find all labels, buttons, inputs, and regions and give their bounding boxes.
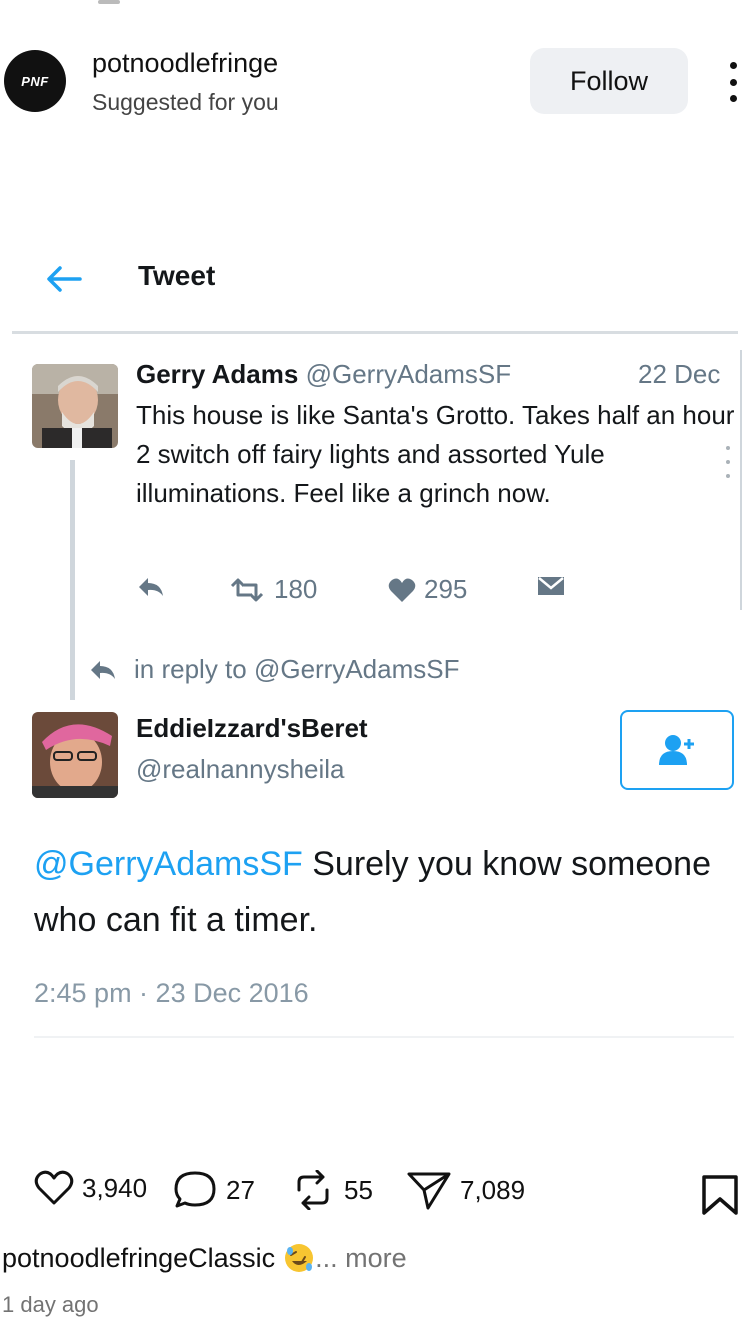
like-stat: 295	[388, 574, 467, 605]
bookmark-icon	[702, 1175, 738, 1215]
in-reply-to: in reply to @GerryAdamsSF	[88, 654, 459, 685]
original-author-name: Gerry Adams	[136, 359, 299, 389]
back-arrow-icon	[47, 266, 82, 292]
avatar-text: PNF	[21, 73, 49, 89]
original-author-avatar	[32, 364, 118, 448]
post-timestamp: 1 day ago	[2, 1292, 99, 1317]
message-icon	[536, 574, 566, 598]
post-header: PNF potnoodlefringe Suggested for you Fo…	[0, 0, 750, 150]
reply-author-handle: @realnannysheila	[136, 754, 345, 784]
comment-count: 27	[226, 1174, 255, 1205]
reply-arrow-icon	[91, 660, 115, 679]
post-image[interactable]: Tweet Gerry Adams @GerryAdamsSF 22 Dec T…	[0, 150, 750, 1150]
post-actions: 3,940 27 55 7,089	[0, 1170, 750, 1220]
rolling-laughing-emoji-icon	[285, 1244, 314, 1272]
reply-icon	[136, 574, 166, 600]
original-tweet-date: 22 Dec	[638, 359, 721, 389]
author-name[interactable]: potnoodlefringe	[92, 48, 278, 79]
tweet-actions: 180 295	[136, 574, 596, 610]
send-icon	[407, 1172, 451, 1210]
side-dots-icon	[726, 446, 730, 478]
share-count: 7,089	[460, 1174, 526, 1205]
follow-user-icon	[620, 710, 734, 790]
like-count: 295	[424, 574, 468, 604]
like-button[interactable]: 3,940	[34, 1170, 147, 1206]
save-button[interactable]	[700, 1174, 740, 1221]
comment-button[interactable]: 27	[172, 1170, 255, 1210]
side-border	[722, 350, 742, 610]
post-caption[interactable]: potnoodlefringe Classic ... more	[2, 1242, 407, 1274]
reply-author-name: EddieIzzard'sBeret	[136, 713, 368, 743]
divider	[12, 331, 738, 334]
author-avatar[interactable]: PNF	[4, 50, 66, 112]
repost-button[interactable]: 55	[290, 1170, 373, 1210]
repost-count: 55	[344, 1174, 373, 1205]
caption-username[interactable]: potnoodlefringe	[2, 1243, 188, 1274]
tweet-screen-title: Tweet	[138, 260, 216, 291]
heart-icon	[388, 578, 416, 602]
original-tweet-text: This house is like Santa's Grotto. Takes…	[136, 400, 735, 508]
reply-tweet-text: @GerryAdamsSF Surely you know someone wh…	[34, 836, 734, 948]
top-scroll-hint	[98, 0, 120, 4]
reply-timestamp: 2:45 pm · 23 Dec 2016	[34, 978, 309, 1008]
divider	[34, 1036, 734, 1038]
thread-line	[70, 460, 75, 700]
original-author-handle: @GerryAdamsSF	[305, 359, 512, 389]
retweet-icon	[230, 578, 264, 601]
in-reply-to-text: in reply to @GerryAdamsSF	[134, 654, 460, 684]
share-button[interactable]: 7,089	[406, 1170, 525, 1210]
reply-mention: @GerryAdamsSF	[34, 845, 303, 883]
comment-icon	[174, 1171, 216, 1208]
original-author-meta: Gerry Adams @GerryAdamsSF	[136, 359, 511, 390]
suggested-label: Suggested for you	[92, 89, 279, 115]
heart-icon	[34, 1170, 74, 1205]
caption-text: Classic	[188, 1242, 276, 1273]
follow-button[interactable]: Follow	[530, 48, 688, 114]
caption-more-link[interactable]: ... more	[315, 1243, 407, 1274]
retweet-stat: 180	[228, 574, 317, 605]
repost-icon	[297, 1170, 329, 1210]
retweet-count: 180	[274, 574, 318, 604]
like-count: 3,940	[82, 1172, 148, 1203]
more-options-icon[interactable]	[718, 62, 748, 102]
reply-author-avatar	[32, 712, 118, 798]
